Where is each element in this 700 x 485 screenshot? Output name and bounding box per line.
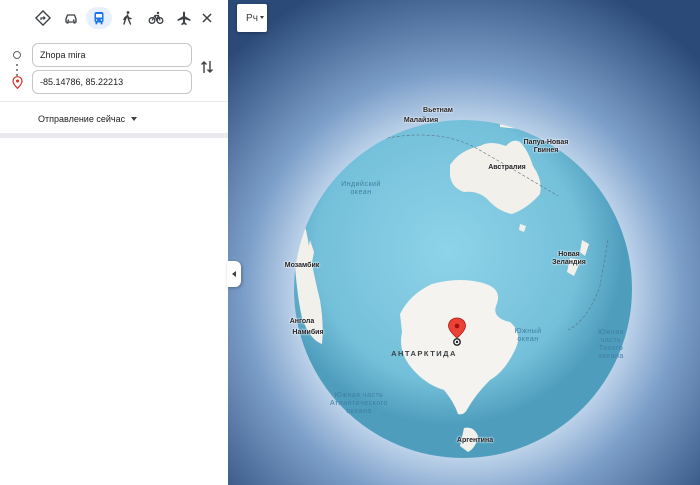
departure-time-label: Отправление сейчас — [38, 114, 126, 124]
map-label-malaysia: Малайзия — [403, 117, 439, 124]
map-label-antarctica: АНТАРКТИДА — [391, 349, 457, 358]
swap-route-button[interactable] — [199, 58, 215, 76]
departure-time-dropdown[interactable]: Отправление сейчас — [38, 112, 138, 126]
cycling-button[interactable] — [143, 7, 169, 29]
map-label-argentina: Аргентина — [456, 437, 494, 444]
walking-button[interactable] — [114, 7, 140, 29]
pin-center — [454, 323, 460, 329]
destination-input[interactable]: -85.14786, 85.22213 — [32, 70, 192, 94]
caret-down-icon — [260, 16, 264, 19]
map-label-angola: Ангола — [289, 318, 315, 325]
map-label-mozambique: Мозамбик — [284, 262, 320, 269]
directions-panel: Zhopa mira -85.14786, 85.22213 Отправлен… — [0, 0, 228, 485]
caret-down-icon — [131, 117, 138, 121]
route-dots-icon — [16, 64, 18, 76]
globe — [228, 0, 700, 485]
origin-input[interactable]: Zhopa mira — [32, 43, 192, 67]
map-label-papua: Папуа-Новая Гвинея — [523, 139, 569, 154]
map-label-australia: Австралия — [488, 164, 526, 171]
best-route-button[interactable] — [30, 7, 56, 29]
panel-separator-bar — [0, 133, 228, 138]
transit-button[interactable] — [86, 7, 112, 29]
diamond-directions-icon — [35, 10, 51, 26]
bicycle-icon — [148, 11, 164, 24]
collapse-panel-button[interactable] — [227, 261, 241, 287]
map-label-south-atlantic: Южная часть Атлантического океана — [330, 392, 388, 415]
map-label-namibia: Намибия — [292, 329, 324, 336]
map-canvas[interactable]: Вьетнам Малайзия Папуа-Новая Гвинея Авст… — [228, 0, 700, 485]
route-inputs: Zhopa mira -85.14786, 85.22213 — [0, 38, 228, 100]
map-label-indian-ocean: Индийский океан — [341, 181, 381, 196]
map-label-south-pacific: Южная часть Тихого океана — [598, 329, 624, 360]
car-icon — [65, 14, 77, 24]
panel-divider — [0, 101, 228, 102]
layers-button-text: Рч — [246, 12, 258, 24]
walk-icon — [123, 11, 132, 25]
origin-circle-icon — [13, 51, 21, 59]
close-icon — [202, 13, 212, 23]
swap-arrows-icon — [201, 61, 213, 73]
map-label-south-ocean: Южный океан — [514, 328, 542, 343]
map-label-vietnam: Вьетнам — [423, 107, 453, 114]
map-layers-button[interactable]: Рч — [237, 4, 267, 32]
destination-target-center — [455, 340, 459, 344]
map-label-new-zealand: Новая Зеландия — [552, 251, 586, 266]
driving-button[interactable] — [58, 7, 84, 29]
travel-mode-bar — [0, 0, 228, 36]
close-directions-button[interactable] — [194, 7, 220, 29]
bus-icon — [94, 12, 104, 25]
chevron-left-icon — [232, 271, 236, 277]
airplane-icon — [177, 11, 191, 25]
destination-pin-icon — [12, 76, 23, 89]
